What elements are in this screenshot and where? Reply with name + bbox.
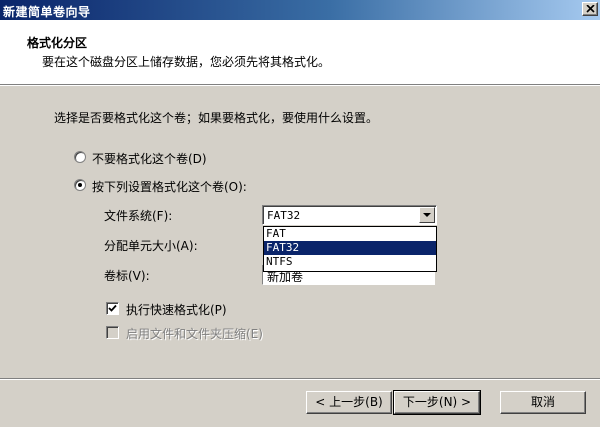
checkbox[interactable] — [106, 302, 119, 315]
radio-button[interactable] — [74, 151, 86, 163]
close-icon — [586, 5, 595, 13]
filesystem-label: 文件系统(F): — [104, 209, 173, 223]
checkbox-label: 启用文件和文件夹压缩(E) — [126, 327, 263, 341]
allocation-unit-label: 分配单元大小(A): — [104, 239, 198, 253]
radio-button[interactable] — [74, 179, 86, 191]
dropdown-option-fat[interactable]: FAT — [264, 227, 436, 241]
title-bar: 新建简单卷向导 — [0, 0, 600, 20]
dropdown-button[interactable] — [419, 207, 435, 223]
instruction-text: 选择是否要格式化这个卷；如果要格式化，要使用什么设置。 — [54, 111, 379, 125]
checkmark-icon — [108, 304, 117, 312]
volume-label-label: 卷标(V): — [104, 269, 150, 283]
page-subtitle: 要在这个磁盘分区上储存数据，您必须先将其格式化。 — [42, 55, 331, 69]
header-divider — [0, 84, 600, 86]
window-title: 新建简单卷向导 — [3, 5, 91, 19]
radio-label[interactable]: 不要格式化这个卷(D) — [92, 150, 207, 167]
filesystem-select[interactable]: FAT32 — [262, 205, 437, 225]
chevron-down-icon — [423, 213, 431, 217]
back-button[interactable]: < 上一步(B) — [306, 391, 392, 414]
dropdown-option-fat32[interactable]: FAT32 — [264, 241, 436, 255]
page-title: 格式化分区 — [27, 36, 88, 50]
dropdown-option-ntfs[interactable]: NTFS — [264, 255, 436, 269]
filesystem-dropdown-list[interactable]: FAT FAT32 NTFS — [263, 226, 437, 272]
close-button[interactable] — [582, 2, 598, 16]
checkbox — [106, 326, 119, 339]
next-button[interactable]: 下一步(N) > — [393, 390, 481, 415]
cancel-button[interactable]: 取消 — [500, 391, 586, 414]
radio-label[interactable]: 按下列设置格式化这个卷(O): — [92, 178, 247, 195]
filesystem-value: FAT32 — [267, 209, 301, 222]
footer-divider — [0, 378, 600, 380]
checkbox-label[interactable]: 执行快速格式化(P) — [126, 301, 227, 318]
wizard-header: 格式化分区 要在这个磁盘分区上储存数据，您必须先将其格式化。 — [0, 20, 600, 84]
